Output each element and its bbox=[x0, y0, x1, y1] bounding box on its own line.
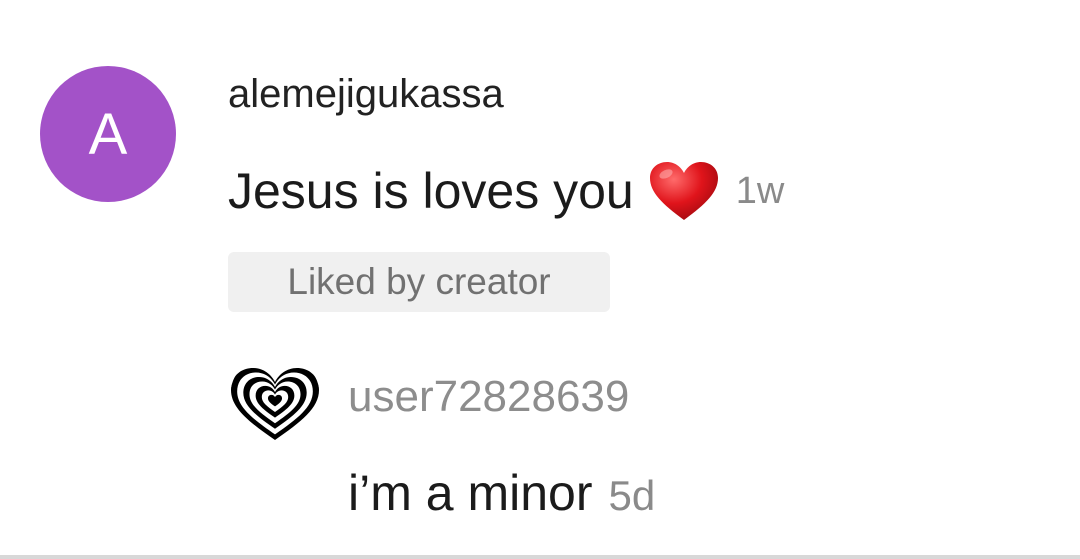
comment-body: i’m a minor 5d bbox=[348, 464, 655, 522]
comment-text: i’m a minor bbox=[348, 465, 593, 521]
red-heart-emoji-icon bbox=[649, 162, 718, 220]
hypnotic-heart-icon bbox=[230, 352, 320, 442]
comment-timestamp: 1w bbox=[735, 169, 785, 212]
liked-by-creator-badge: Liked by creator bbox=[228, 252, 610, 312]
badge-label: Liked by creator bbox=[287, 261, 551, 302]
comment-timestamp: 5d bbox=[608, 472, 656, 519]
avatar-letter: A bbox=[88, 101, 128, 167]
comment-username[interactable]: user72828639 bbox=[348, 372, 629, 422]
comment-text: Jesus is loves you bbox=[228, 163, 634, 219]
comment-thread: A alemejigukassa Jesus is loves you 1w L… bbox=[0, 0, 1080, 559]
comment-username[interactable]: alemejigukassa bbox=[228, 72, 504, 117]
avatar[interactable] bbox=[230, 352, 320, 442]
divider bbox=[0, 555, 1080, 559]
avatar[interactable]: A bbox=[40, 66, 176, 202]
comment-body: Jesus is loves you 1w bbox=[228, 160, 784, 222]
